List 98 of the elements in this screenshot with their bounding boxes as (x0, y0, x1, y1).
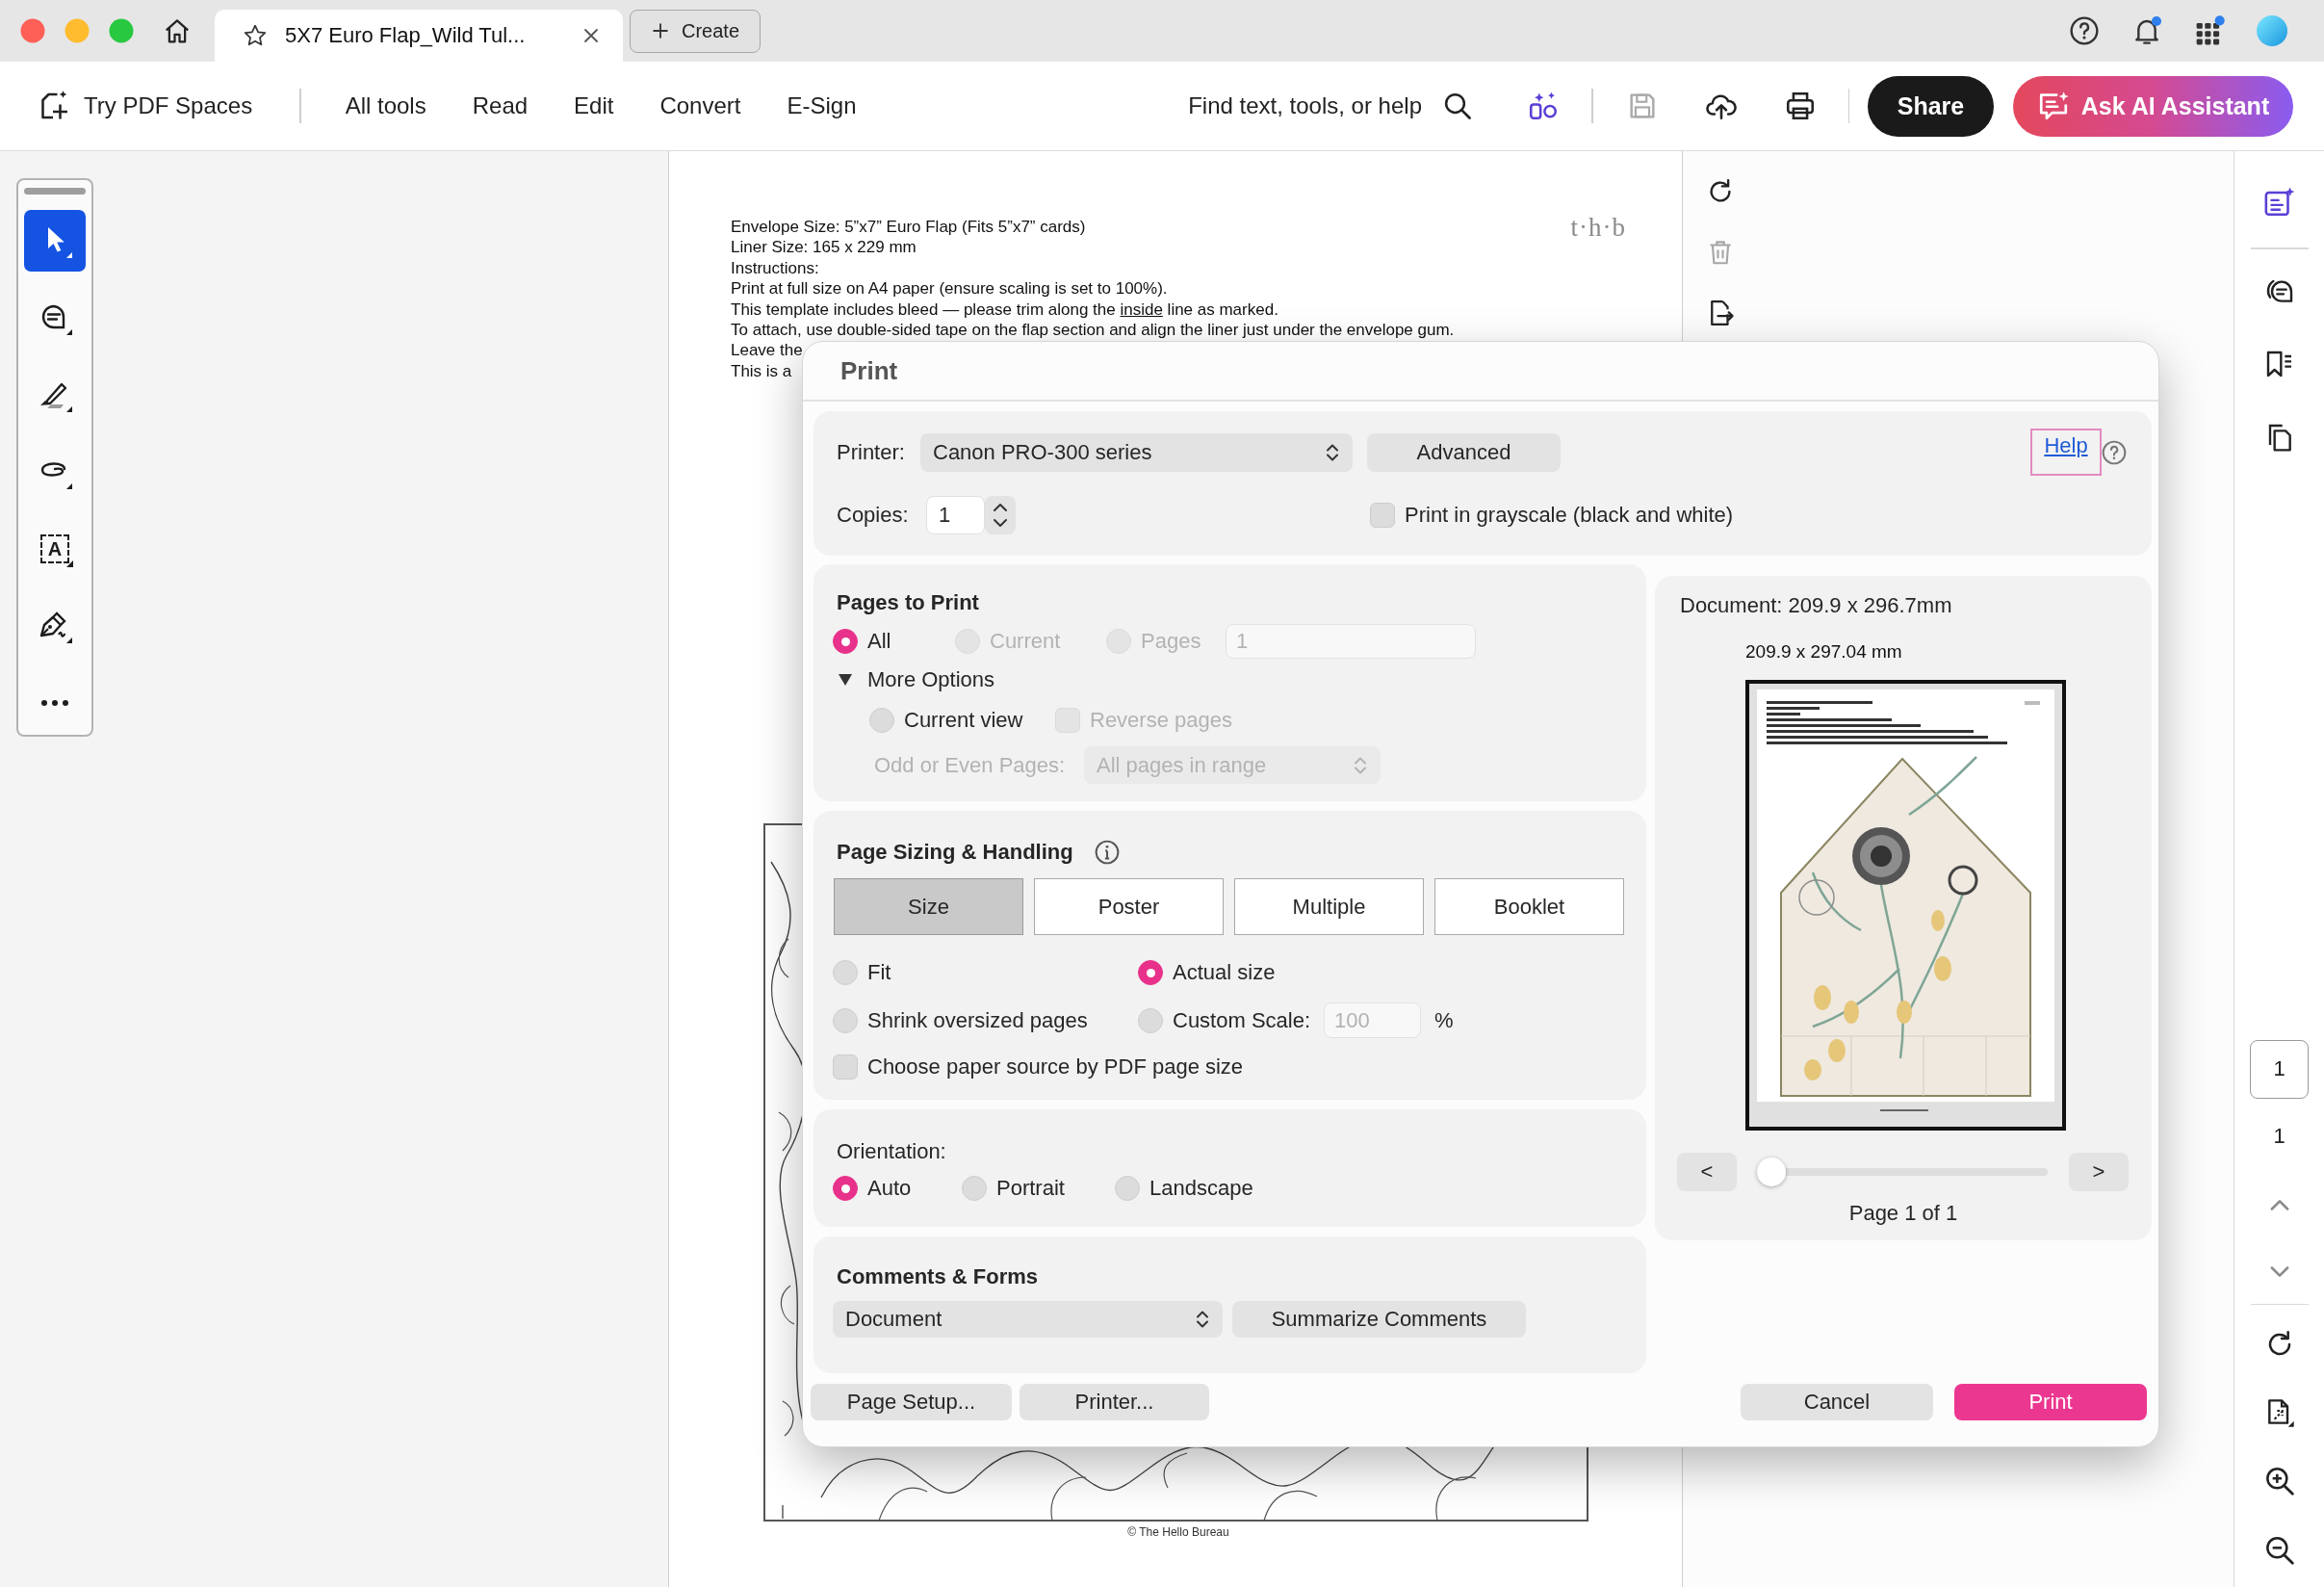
info-icon[interactable] (1094, 840, 1120, 865)
menu-tab[interactable]: Read (472, 92, 529, 119)
percent-sign: % (1434, 1007, 1454, 1033)
mode-segment[interactable]: Size (834, 878, 1023, 935)
menu-tab[interactable]: E-Sign (787, 92, 857, 119)
option-label: Portrait (996, 1176, 1065, 1201)
checkbox[interactable] (833, 1054, 858, 1080)
menu-tab[interactable]: Convert (659, 92, 741, 119)
radio-button[interactable] (869, 708, 894, 733)
pdf-spaces-button[interactable]: Try PDF Spaces (36, 89, 253, 123)
instruction-text: This is a (731, 360, 792, 382)
orientation-label: Orientation: (837, 1138, 946, 1165)
mode-segment[interactable]: Booklet (1434, 878, 1624, 935)
ai-assistant-button[interactable]: Ask AI Assistant (2013, 75, 2293, 137)
page-number-field[interactable]: 1 (2250, 1039, 2309, 1099)
instruction-text: This template includes bleed — please trim along the inside line as marked. (731, 299, 1278, 321)
mode-segment[interactable]: Multiple (1234, 878, 1424, 935)
search-button[interactable]: Find text, tools, or help (1188, 91, 1472, 120)
select-tool-button[interactable] (24, 210, 86, 272)
help-icon[interactable] (2069, 15, 2100, 46)
copyright-text: © The Hello Bureau (1127, 1525, 1229, 1540)
option-label: Custom Scale: (1173, 1007, 1311, 1033)
zoom-out-icon[interactable] (2263, 1535, 2295, 1566)
printer-select[interactable]: Canon PRO-300 series (920, 432, 1353, 472)
create-button[interactable]: Create (630, 9, 761, 53)
paper-size-text: 209.9 x 297.04 mm (1745, 640, 1902, 663)
radio-button[interactable] (962, 1176, 987, 1201)
shapes-sparkle-icon[interactable] (1527, 90, 1560, 122)
printer-button[interactable]: Printer... (1020, 1384, 1209, 1420)
print-button[interactable]: Print (1954, 1384, 2147, 1420)
drag-handle[interactable] (24, 188, 86, 195)
mode-segment[interactable]: Poster (1034, 878, 1224, 935)
option-label: All (867, 629, 891, 654)
search-icon (1443, 91, 1472, 120)
radio-button[interactable] (1138, 960, 1163, 985)
more-icon (40, 699, 69, 707)
next-page-button[interactable]: > (2069, 1153, 2129, 1191)
instruction-text: Envelope Size: 5”x7” Euro Flap (Fits 5”x7” cards) (731, 217, 1086, 238)
radio-button[interactable] (833, 629, 858, 654)
section-heading: Page Sizing & Handling (837, 839, 1073, 866)
radio-button[interactable] (833, 1007, 858, 1033)
cancel-button[interactable]: Cancel (1741, 1384, 1933, 1420)
section-heading: Comments & Forms (837, 1263, 1039, 1290)
advanced-button[interactable]: Advanced (1367, 432, 1561, 472)
brand-logo: t·h·b (1570, 213, 1626, 243)
stepper-icon[interactable] (985, 496, 1016, 534)
option-label: Reverse pages (1090, 708, 1232, 733)
instruction-text: Leave the (731, 340, 803, 361)
comments-select[interactable]: Document (833, 1301, 1223, 1338)
document-sparkle-icon[interactable] (2262, 186, 2296, 219)
more-options-label[interactable]: More Options (867, 667, 995, 692)
close-icon[interactable] (582, 27, 600, 44)
add-text-tool-button[interactable]: A (24, 518, 86, 580)
star-icon[interactable] (243, 23, 268, 48)
slider-thumb[interactable] (1757, 1158, 1786, 1186)
option-label: Auto (867, 1176, 912, 1201)
document-size-text: Document: 209.9 x 296.7mm (1680, 592, 1952, 619)
radio-button[interactable] (833, 1176, 858, 1201)
menu-tab[interactable]: All tools (345, 92, 426, 119)
copies-label: Copies: (837, 503, 910, 528)
instruction-text: Instructions: (731, 257, 819, 279)
instruction-text: To attach, use double-sided tape on the flap section and align the liner just under the envelope gum. (731, 320, 1455, 341)
option-label: Shrink oversized pages (867, 1007, 1088, 1033)
page-indicator: Page 1 of 1 (1848, 1200, 1958, 1227)
option-label: Fit (867, 960, 891, 985)
option-label: Landscape (1149, 1176, 1253, 1201)
option-label: Current (990, 629, 1061, 654)
page-setup-button[interactable]: Page Setup... (811, 1384, 1012, 1420)
zoom-in-icon[interactable] (2263, 1466, 2295, 1496)
option-label: Choose paper source by PDF page size (867, 1054, 1244, 1080)
section-heading: Pages to Print (837, 589, 979, 616)
help-link[interactable]: Help (2030, 429, 2102, 476)
page-count: 1 (2273, 1122, 2285, 1150)
previous-page-button[interactable]: < (1677, 1153, 1737, 1191)
updown-chevron-icon (1194, 1309, 1211, 1330)
radio-button[interactable] (833, 960, 858, 985)
apps-grid-icon[interactable] (2194, 15, 2225, 46)
document-tab[interactable]: 5X7 Euro Flap_Wild Tul... (215, 10, 623, 62)
printer-label: Printer: (837, 439, 906, 465)
home-icon[interactable] (163, 16, 192, 45)
disclosure-triangle-icon[interactable] (838, 673, 853, 687)
share-button[interactable]: Share (1868, 75, 1994, 137)
radio-button[interactable] (1138, 1007, 1163, 1033)
instruction-text: Liner Size: 165 x 229 mm (731, 237, 917, 258)
option-label: Current view (904, 708, 1023, 733)
plus-icon (651, 21, 670, 40)
dialog-title: Print (840, 355, 898, 386)
copies-field[interactable]: 1 (926, 496, 985, 534)
option-label: Actual size (1173, 960, 1276, 985)
option-label: Print in grayscale (black and white) (1405, 503, 1734, 528)
instruction-text: Print at full size on A4 paper (ensure scaling is set to 100%). (731, 278, 1168, 299)
checkbox[interactable] (1370, 503, 1395, 528)
radio-button[interactable] (1115, 1176, 1140, 1201)
page-slider[interactable] (1757, 1158, 2048, 1186)
menu-tab[interactable]: Edit (574, 92, 614, 119)
option-label: Pages (1141, 629, 1201, 654)
odd-even-label: Odd or Even Pages: (874, 752, 1067, 778)
summarize-comments-button[interactable]: Summarize Comments (1232, 1301, 1526, 1338)
